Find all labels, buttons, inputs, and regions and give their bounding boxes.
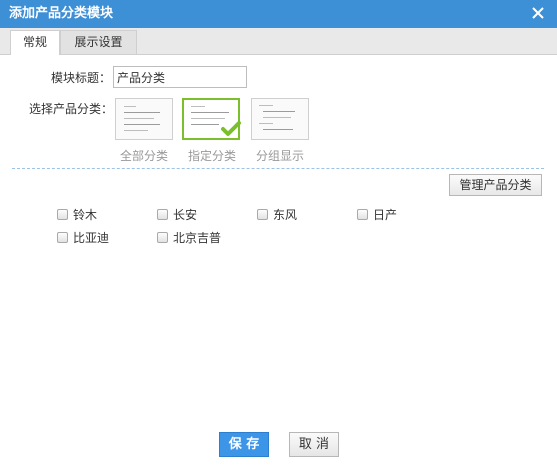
cancel-button[interactable]: 取 消: [289, 432, 339, 457]
preview-line: [124, 106, 136, 107]
preview-line: [191, 112, 229, 113]
option-grouped-display-label: 分组显示: [255, 149, 304, 163]
manage-categories-button[interactable]: 管理产品分类: [449, 174, 542, 196]
checkbox[interactable]: [257, 209, 268, 220]
preview-line: [124, 130, 148, 131]
option-all-categories[interactable]: [115, 98, 173, 140]
dialog-title: 添加产品分类模块: [9, 6, 114, 21]
checkbox[interactable]: [157, 209, 168, 220]
category-label: 长安: [173, 208, 198, 222]
option-grouped-display[interactable]: [251, 98, 309, 140]
preview-line: [124, 118, 154, 119]
checkbox[interactable]: [157, 232, 168, 243]
option-specified-categories[interactable]: [182, 98, 241, 140]
preview-line: [263, 111, 295, 112]
checkbox[interactable]: [57, 209, 68, 220]
preview-line: [263, 129, 293, 130]
category-label: 比亚迪: [73, 231, 110, 245]
category-label: 北京吉普: [173, 231, 222, 245]
module-title-label: 模块标题：: [51, 71, 112, 85]
category-label: 铃木: [73, 208, 98, 222]
module-title-input[interactable]: [113, 66, 247, 88]
save-button[interactable]: 保 存: [219, 432, 269, 457]
option-specified-categories-label: 指定分类: [187, 149, 236, 163]
preview-line: [191, 124, 219, 125]
dialog-title-bar: 添加产品分类模块: [0, 0, 557, 28]
selected-check-icon: [221, 121, 241, 136]
category-label: 东风: [273, 208, 298, 222]
select-category-label: 选择产品分类：: [29, 102, 114, 116]
tab-general[interactable]: 常规: [10, 30, 60, 55]
close-icon-glyph: [532, 7, 544, 19]
preview-line: [263, 117, 291, 118]
preview-line: [259, 123, 273, 124]
preview-line: [191, 106, 205, 107]
option-all-categories-label: 全部分类: [119, 149, 168, 163]
close-icon[interactable]: [529, 4, 547, 22]
preview-line: [124, 124, 160, 125]
preview-line: [124, 112, 160, 113]
tab-display-settings[interactable]: 展示设置: [60, 30, 137, 54]
tab-bar: 常规 展示设置: [0, 28, 557, 55]
preview-line: [259, 105, 273, 106]
category-label: 日产: [373, 208, 398, 222]
section-divider: [12, 168, 544, 169]
checkbox[interactable]: [57, 232, 68, 243]
checkbox[interactable]: [357, 209, 368, 220]
